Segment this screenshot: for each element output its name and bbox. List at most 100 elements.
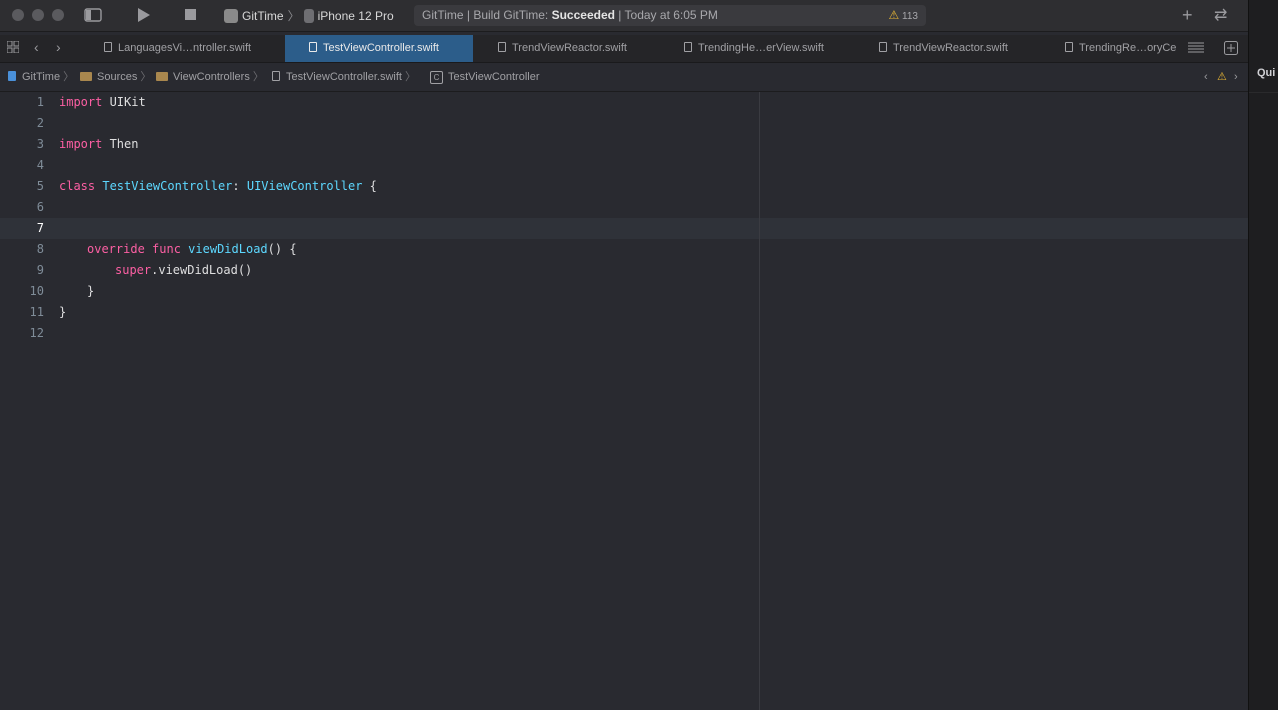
scheme-selector[interactable]: GitTime 〉 iPhone 12 Pro <box>224 7 394 24</box>
chevron-right-icon: 〉 <box>63 71 75 83</box>
swift-file-icon <box>272 71 280 81</box>
previous-issue-icon[interactable]: ‹ <box>1204 63 1208 91</box>
code-line: super.viewDidLoad() <box>115 263 253 277</box>
chevron-right-icon: 〉 <box>252 71 264 83</box>
tab-label: TrendingHe…erView.swift <box>698 42 824 54</box>
swift-file-icon <box>498 42 506 52</box>
keyword-token: class <box>59 179 96 193</box>
tab-languages-view-controller[interactable]: LanguagesVi…ntroller.swift <box>88 35 284 62</box>
line-number: 6 <box>36 200 44 214</box>
line-number: 12 <box>29 326 44 340</box>
tab-trending-repository-cell[interactable]: TrendingRe…oryCe <box>1049 35 1181 62</box>
quick-help-label: Qui <box>1257 67 1276 79</box>
navigator-toggle-icon[interactable] <box>84 8 102 25</box>
line-number: 10 <box>29 284 44 298</box>
breadcrumb-label: GitTime <box>22 71 61 83</box>
breadcrumb-label: ViewControllers <box>173 71 250 83</box>
stop-icon[interactable] <box>185 9 197 24</box>
code-line: import UIKit <box>59 95 146 109</box>
device-name[interactable]: iPhone 12 Pro <box>318 9 394 23</box>
project-icon <box>8 71 16 81</box>
breadcrumb-file[interactable]: TestViewController.swift 〉 <box>272 63 416 91</box>
warning-count: 113 <box>902 11 918 22</box>
page-guide <box>759 92 760 710</box>
tab-label: TrendViewReactor.swift <box>512 42 627 54</box>
line-number-current: 7 <box>36 221 44 235</box>
function-token: viewDidLoad <box>188 242 268 256</box>
activity-status: GitTime | Build GitTime: Succeeded | Tod… <box>414 5 926 26</box>
current-line-highlight <box>0 218 1248 239</box>
back-icon[interactable]: ‹ <box>34 39 39 55</box>
scheme-name: GitTime <box>242 8 284 23</box>
code-line: override func viewDidLoad() { <box>87 242 297 256</box>
swift-file-icon <box>309 42 317 52</box>
status-prefix: GitTime | Build GitTime: <box>422 8 552 22</box>
editor-options-icon[interactable] <box>1188 41 1204 58</box>
swift-file-icon <box>1065 42 1073 52</box>
breadcrumb-label: TestViewController <box>448 71 540 83</box>
chevron-right-icon: 〉 <box>405 71 417 83</box>
tab-trending-header-view[interactable]: TrendingHe…erView.swift <box>668 35 862 62</box>
tab-trend-view-reactor[interactable]: TrendViewReactor.swift <box>482 35 668 62</box>
chevron-right-icon: 〉 <box>287 9 300 23</box>
run-icon[interactable] <box>137 8 151 25</box>
inspector-panel: Qui <box>1248 0 1278 710</box>
close-window-button[interactable] <box>12 9 24 21</box>
tab-label: TrendingRe…oryCe <box>1079 42 1177 54</box>
folder-icon <box>80 72 92 81</box>
code-line: import Then <box>59 137 139 151</box>
status-result: Succeeded <box>551 8 615 22</box>
swift-file-icon <box>104 42 112 52</box>
warning-badge[interactable]: ⚠ 113 <box>889 5 919 27</box>
breadcrumb-label: TestViewController.swift <box>286 71 402 83</box>
line-number: 11 <box>29 305 44 319</box>
add-editor-icon[interactable] <box>1224 41 1238 58</box>
toolbar: GitTime 〉 iPhone 12 Pro GitTime | Build … <box>0 0 1248 32</box>
chevron-right-icon: 〉 <box>140 71 152 83</box>
type-token: TestViewController <box>102 179 233 193</box>
code-line: class TestViewController: UIViewControll… <box>59 179 377 193</box>
tab-label: TestViewController.swift <box>323 42 439 54</box>
line-number: 5 <box>36 179 44 193</box>
breadcrumb-class[interactable]: C TestViewController <box>430 63 540 91</box>
keyword-token: func <box>152 242 181 256</box>
swift-file-icon <box>684 42 692 52</box>
line-number: 9 <box>36 263 44 277</box>
keyword-token: override <box>87 242 145 256</box>
forward-icon[interactable]: › <box>56 39 61 55</box>
line-number: 8 <box>36 242 44 256</box>
app-icon <box>224 8 238 23</box>
breadcrumb-sources[interactable]: Sources 〉 <box>80 63 151 91</box>
keyword-token: super <box>115 263 152 277</box>
next-issue-icon[interactable]: › <box>1234 63 1238 91</box>
layout-swap-icon[interactable]: ⇄ <box>1214 5 1227 25</box>
folder-icon <box>156 72 168 81</box>
tab-bar: ‹ › LanguagesVi…ntroller.swift TestViewC… <box>0 35 1248 63</box>
divider <box>1249 92 1278 93</box>
zoom-window-button[interactable] <box>52 9 64 21</box>
status-time: | Today at 6:05 PM <box>614 8 718 22</box>
tab-label: LanguagesVi…ntroller.swift <box>118 42 252 54</box>
code-line: } <box>87 284 95 298</box>
breadcrumb-viewcontrollers[interactable]: ViewControllers 〉 <box>156 63 264 91</box>
tab-trend-view-reactor-2[interactable]: TrendViewReactor.swift <box>863 35 1049 62</box>
tab-label: TrendViewReactor.swift <box>893 42 1008 54</box>
keyword-token: import <box>59 95 103 109</box>
swift-file-icon <box>879 42 887 52</box>
keyword-token: import <box>59 137 103 151</box>
class-icon: C <box>430 71 443 84</box>
jump-bar: GitTime 〉 Sources 〉 ViewControllers 〉 Te… <box>0 63 1248 92</box>
tab-test-view-controller[interactable]: TestViewController.swift <box>285 35 473 62</box>
minimize-window-button[interactable] <box>32 9 44 21</box>
code-editor[interactable]: 1 2 3 4 5 6 7 8 9 10 11 12 import UIKit … <box>0 92 1248 710</box>
warning-icon[interactable]: ⚠ <box>1217 63 1227 91</box>
line-number: 4 <box>36 158 44 172</box>
type-token: UIViewController <box>246 179 363 193</box>
device-icon <box>303 8 314 23</box>
breadcrumb-label: Sources <box>97 71 138 83</box>
code-line: } <box>59 305 67 319</box>
breadcrumb-project[interactable]: GitTime 〉 <box>8 63 74 91</box>
add-icon[interactable]: + <box>1182 5 1193 26</box>
line-number: 2 <box>36 116 44 130</box>
grid-icon[interactable] <box>6 40 20 56</box>
